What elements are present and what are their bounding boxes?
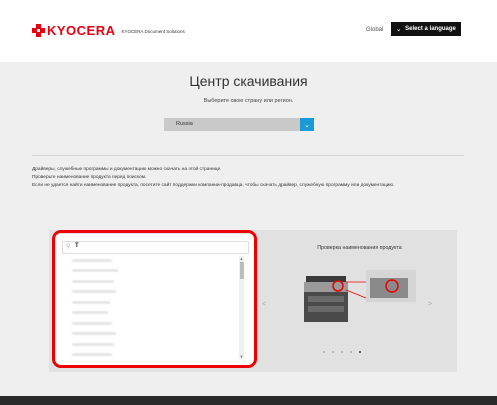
country-select[interactable]: Russia ⌄ [164,118,314,131]
logo-mark-icon [32,24,45,37]
chevron-down-icon[interactable]: ⌄ [300,118,314,131]
description-line: Проверьте наименование продукта перед по… [32,175,147,180]
carousel-dot[interactable] [323,351,325,353]
site-header: KYOCERA KYOCERA Document Solutions Globa… [0,0,497,62]
page-subtitle: Выберите свою страну или регион. [203,98,294,104]
promo-title: Проверка наименования продукта [317,245,402,251]
chevron-down-icon: ⌄ [396,26,402,33]
select-language-button[interactable]: ⌄ Select a language [391,22,461,36]
select-language-label: Select a language [405,26,456,32]
kyocera-logo[interactable]: KYOCERA KYOCERA Document Solutions [32,23,185,38]
description-line: Драйверы, служебные программы и документ… [32,167,222,172]
global-link[interactable]: Global [366,27,383,33]
description: Драйверы, служебные программы и документ… [32,166,464,190]
highlight-frame [52,230,257,368]
carousel-dot[interactable] [341,351,343,353]
logo-text: KYOCERA [47,23,116,38]
carousel-dots [323,351,361,353]
description-line: Если не удается найти наименование проду… [32,183,395,188]
carousel-prev-icon[interactable]: < [262,301,266,308]
country-select-value: Russia [176,121,193,127]
divider [32,155,464,156]
logo-subtitle: KYOCERA Document Solutions [121,29,185,34]
carousel-next-icon[interactable]: > [428,301,432,308]
site-footer [0,396,497,405]
carousel-dot-active[interactable] [359,351,361,353]
carousel-dot[interactable] [332,351,334,353]
printer-illustration [304,270,416,322]
carousel-dot[interactable] [350,351,352,353]
page-title: Центр скачивания [189,73,308,89]
